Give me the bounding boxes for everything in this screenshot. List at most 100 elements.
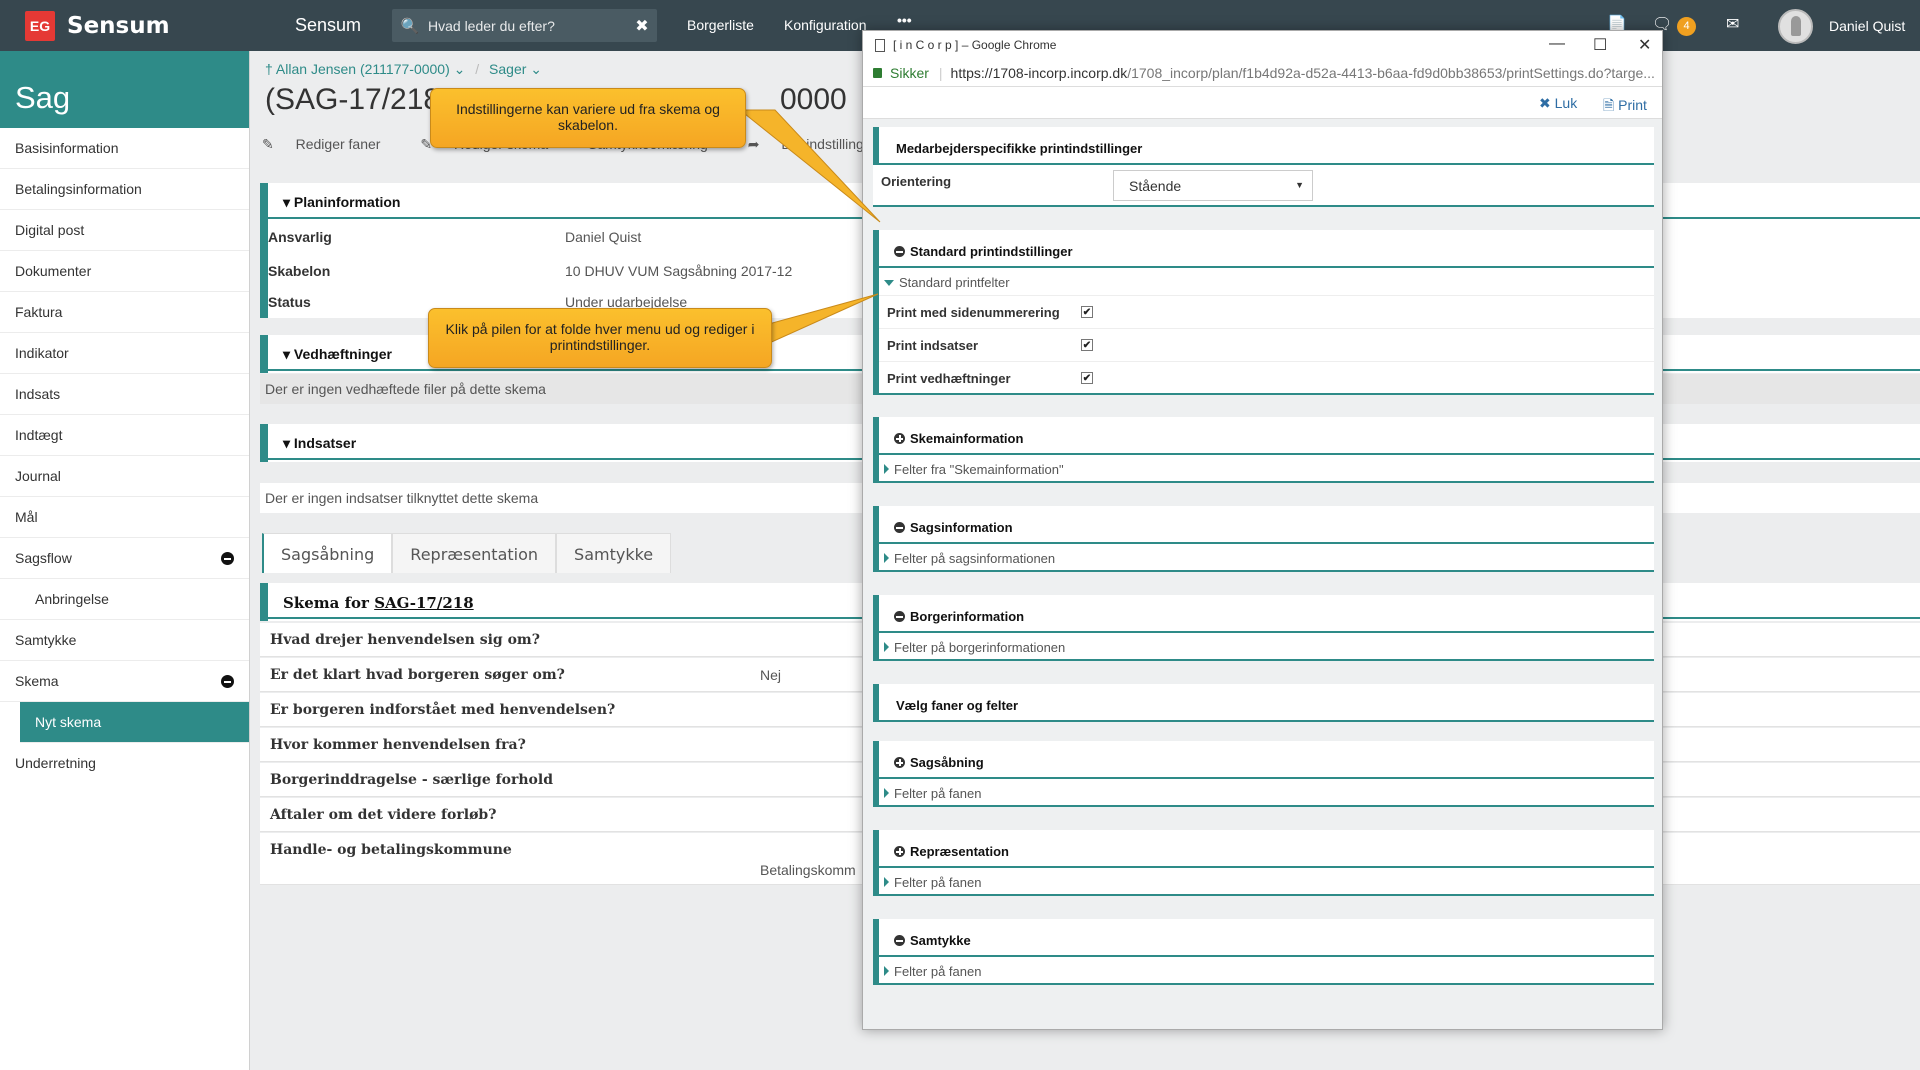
citizen-info-section: Borgerinformation Felter på borgerinform…: [873, 595, 1654, 661]
minimize-icon[interactable]: —: [1549, 35, 1565, 53]
section-fields-toggle[interactable]: Felter på fanen: [879, 957, 1654, 985]
tab-samtykke[interactable]: Samtykke: [556, 533, 672, 573]
print-attachments-checkbox[interactable]: ✔: [1081, 372, 1093, 384]
tab-repraesentation[interactable]: Repræsentation: [392, 533, 557, 573]
callout-top: Indstillingerne kan variere ud fra skema…: [430, 88, 746, 148]
close-icon[interactable]: ✕: [1638, 35, 1651, 55]
tab-section-header[interactable]: Repræsentation: [879, 830, 1654, 868]
caret-down-icon[interactable]: [884, 280, 894, 286]
sidebar-item-digital-post[interactable]: Digital post: [0, 210, 249, 251]
clear-icon[interactable]: ✖: [627, 16, 657, 36]
nav-borgerliste[interactable]: Borgerliste: [687, 17, 754, 33]
plus-circle-icon[interactable]: [894, 757, 905, 768]
standard-settings-section: Standard printindstillinger Standard pri…: [873, 230, 1654, 395]
question-text: Borgerinddragelse - særlige forhold: [270, 772, 553, 788]
sidebar-item-indtaegt[interactable]: Indtægt: [0, 415, 249, 456]
plus-circle-icon[interactable]: [894, 433, 905, 444]
print-button[interactable]: 🗎 Print: [1603, 95, 1647, 119]
minus-circle-icon[interactable]: [894, 611, 905, 622]
caret-right-icon[interactable]: [884, 642, 889, 652]
sidebar-item-maal[interactable]: Mål: [0, 497, 249, 538]
schema-ref-link[interactable]: SAG-17/218: [374, 594, 473, 612]
tab-section-header[interactable]: Samtykke: [879, 919, 1654, 957]
standard-settings-header[interactable]: Standard printindstillinger: [879, 230, 1654, 268]
orientation-select[interactable]: Stående ▼: [1113, 170, 1313, 201]
nav-konfiguration[interactable]: Konfiguration: [784, 17, 867, 33]
caret-right-icon[interactable]: [884, 553, 889, 563]
sidebar-item-underretning[interactable]: Underretning: [0, 743, 249, 784]
sidebar-item-basisinformation[interactable]: Basisinformation: [0, 128, 249, 169]
search-input[interactable]: Hvad leder du efter?: [428, 18, 627, 34]
breadcrumb-cases[interactable]: Sager: [489, 61, 526, 77]
section-fields-label: Felter på fanen: [894, 964, 982, 979]
caret-down-icon[interactable]: ▾: [283, 346, 290, 362]
section-title: Samtykke: [910, 933, 971, 948]
user-name[interactable]: Daniel Quist: [1829, 18, 1905, 34]
collapse-icon[interactable]: [221, 552, 234, 565]
breadcrumb-person[interactable]: Allan Jensen (211177-0000): [276, 61, 450, 77]
standard-fields-toggle[interactable]: Standard printfelter: [879, 268, 1654, 296]
search-icon[interactable]: 🔍: [392, 17, 428, 35]
section-fields-label: Felter på borgerinformationen: [894, 640, 1066, 655]
sidebar-item-indsats[interactable]: Indsats: [0, 374, 249, 415]
sidebar-item-sagsflow[interactable]: Sagsflow: [0, 538, 249, 579]
chevron-down-icon[interactable]: ⌄: [530, 61, 542, 77]
caret-right-icon[interactable]: [884, 464, 889, 474]
print-option-label: Print vedhæftninger: [887, 371, 1011, 386]
section-fields-toggle[interactable]: Felter på fanen: [879, 779, 1654, 807]
minus-circle-icon[interactable]: [894, 935, 905, 946]
row-value: Daniel Quist: [565, 229, 642, 245]
tab-section-header[interactable]: Sagsåbning: [879, 741, 1654, 779]
logo[interactable]: EG Sensum: [25, 10, 170, 42]
sidebar-item-faktura[interactable]: Faktura: [0, 292, 249, 333]
section-fields-toggle[interactable]: Felter på sagsinformationen: [879, 544, 1654, 572]
mail-icon[interactable]: ✉: [1726, 14, 1739, 34]
plan-header-label: Planinformation: [293, 194, 401, 210]
sidebar-item-samtykke[interactable]: Samtykke: [0, 620, 249, 661]
sidebar-item-label: Sagsflow: [15, 550, 72, 566]
maximize-icon[interactable]: ☐: [1593, 35, 1607, 55]
citizen-info-header[interactable]: Borgerinformation: [879, 595, 1654, 633]
more-menu-icon[interactable]: •••: [897, 12, 912, 28]
edit-tabs-button[interactable]: ✎ Rediger faner: [262, 136, 398, 152]
global-search[interactable]: 🔍 Hvad leder du efter? ✖: [392, 9, 657, 42]
minus-circle-icon[interactable]: [894, 246, 905, 257]
sidebar-item-betalingsinformation[interactable]: Betalingsinformation: [0, 169, 249, 210]
section-fields-toggle[interactable]: Felter på fanen: [879, 868, 1654, 896]
question-text: Aftaler om det videre forløb?: [270, 807, 497, 823]
collapse-icon[interactable]: [221, 675, 234, 688]
orientation-row: Orientering Stående ▼: [873, 165, 1654, 207]
sidebar-item-nyt-skema[interactable]: Nyt skema: [20, 702, 249, 743]
section-fields-label: Felter på fanen: [894, 786, 982, 801]
page-title: (SAG-17/218 0000: [265, 83, 847, 117]
close-button[interactable]: ✖ Luk: [1539, 95, 1577, 112]
sidebar-item-journal[interactable]: Journal: [0, 456, 249, 497]
address-bar[interactable]: Sikker | https://1708-incorp.incorp.dk/1…: [863, 59, 1662, 87]
section-fields-toggle[interactable]: Felter fra "Skemainformation": [879, 455, 1654, 483]
sidebar-item-dokumenter[interactable]: Dokumenter: [0, 251, 249, 292]
row-label: Status: [268, 294, 311, 310]
row-value: 10 DHUV VUM Sagsåbning 2017-12: [565, 263, 793, 279]
print-option-label: Print indsatser: [887, 338, 979, 353]
section-fields-toggle[interactable]: Felter på borgerinformationen: [879, 633, 1654, 661]
minus-circle-icon[interactable]: [894, 522, 905, 533]
page-numbering-checkbox[interactable]: ✔: [1081, 306, 1093, 318]
caret-right-icon[interactable]: [884, 788, 889, 798]
sidebar-item-skema[interactable]: Skema: [0, 661, 249, 702]
tab-sagsaabning[interactable]: Sagsåbning: [262, 533, 393, 573]
avatar[interactable]: [1778, 9, 1813, 44]
chevron-down-icon[interactable]: ⌄: [454, 61, 466, 77]
print-efforts-checkbox[interactable]: ✔: [1081, 339, 1093, 351]
sidebar-item-indikator[interactable]: Indikator: [0, 333, 249, 374]
sidebar-item-anbringelse[interactable]: Anbringelse: [0, 579, 249, 620]
plus-circle-icon[interactable]: [894, 846, 905, 857]
app-name[interactable]: Sensum: [295, 15, 361, 36]
print-icon: 🗎: [1603, 97, 1615, 113]
caret-down-icon[interactable]: ▾: [283, 435, 290, 451]
caret-right-icon[interactable]: [884, 877, 889, 887]
case-info-header[interactable]: Sagsinformation: [879, 506, 1654, 544]
caret-right-icon[interactable]: [884, 966, 889, 976]
schema-info-header[interactable]: Skemainformation: [879, 417, 1654, 455]
url-host: https://1708-incorp.incorp.dk: [950, 64, 1128, 81]
caret-down-icon[interactable]: ▾: [283, 194, 290, 210]
